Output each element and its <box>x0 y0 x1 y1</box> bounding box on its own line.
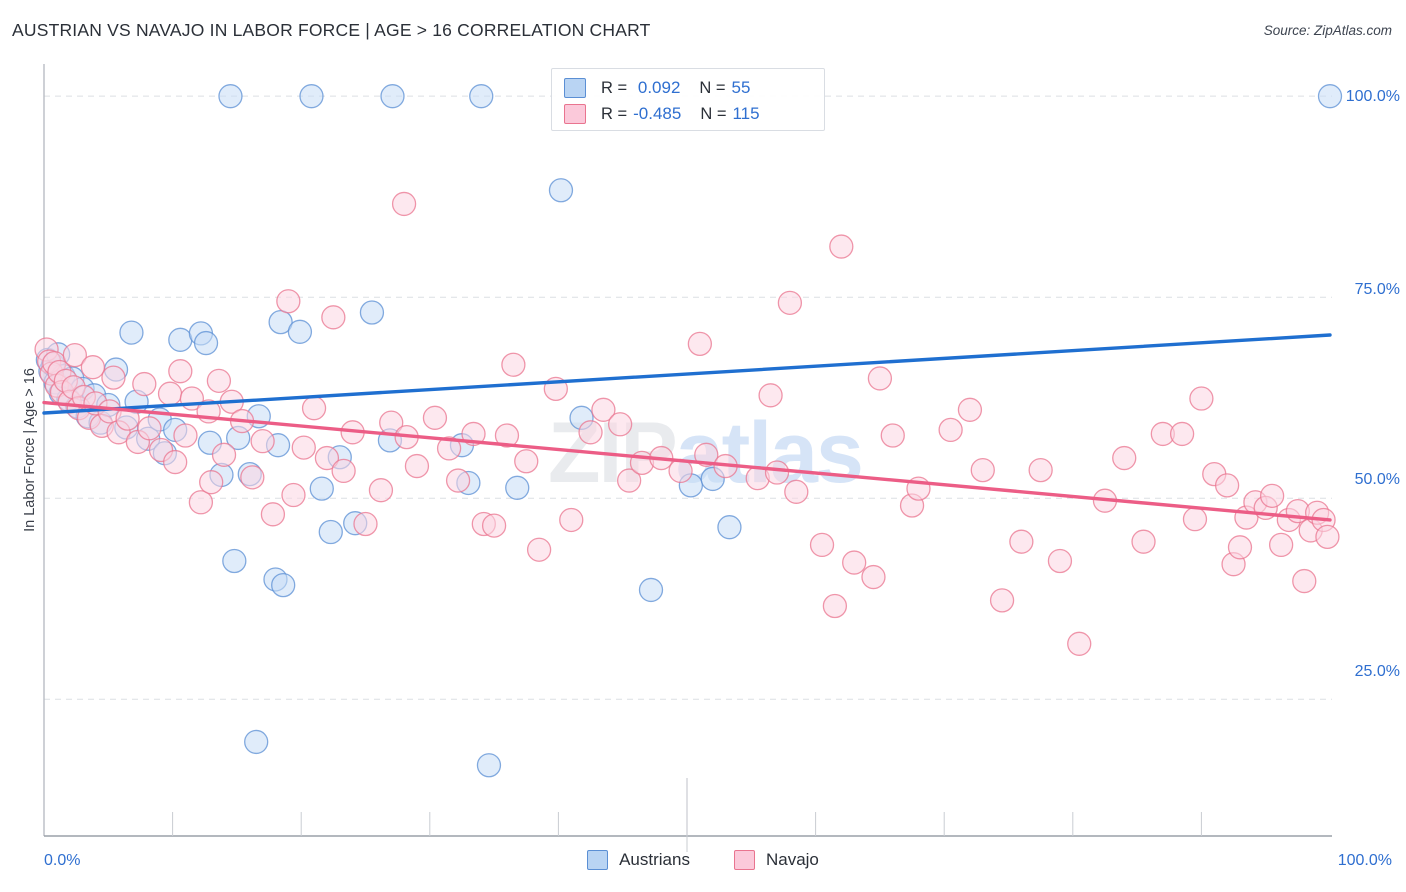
r-value-austrians: 0.092 <box>633 78 681 97</box>
r-label-austrians: R = <box>601 78 628 97</box>
y-tick-100: 100.0% <box>1345 88 1400 105</box>
austrians-swatch-icon <box>587 850 609 870</box>
n-value-austrians: 55 <box>731 78 751 97</box>
y-tick-50: 50.0% <box>1354 471 1400 488</box>
y-axis-label: In Labor Force | Age > 16 <box>22 368 38 532</box>
blue-swatch-icon <box>564 78 586 98</box>
correlation-chart: AUSTRIAN VS NAVAJO IN LABOR FORCE | AGE … <box>0 0 1406 892</box>
plot-area: In Labor Force | Age > 16 <box>22 64 1330 836</box>
n-value-navajo: 115 <box>732 104 760 123</box>
pink-swatch-icon <box>564 104 586 124</box>
r-value-navajo: -0.485 <box>633 104 682 123</box>
legend-item-austrians[interactable]: Austrians <box>587 850 690 870</box>
navajo-swatch-icon <box>733 850 755 870</box>
n-label-austrians: N = <box>699 78 726 97</box>
stats-legend-row-navajo: R = -0.485 N = 115 <box>564 101 760 127</box>
r-label-navajo: R = <box>601 104 628 123</box>
y-tick-25: 25.0% <box>1354 663 1400 680</box>
n-label-navajo: N = <box>700 104 727 123</box>
legend-label-austrians: Austrians <box>619 850 690 869</box>
legend-item-navajo[interactable]: Navajo <box>733 850 819 870</box>
legend-label-navajo: Navajo <box>765 850 819 869</box>
stats-legend-row-austrians: R = 0.092 N = 55 <box>564 75 750 101</box>
stats-legend: R = 0.092 N = 55 R = -0.485 N = 115 <box>551 68 825 131</box>
series-legend: Austrians Navajo <box>0 850 1406 870</box>
y-tick-75: 75.0% <box>1354 281 1400 298</box>
